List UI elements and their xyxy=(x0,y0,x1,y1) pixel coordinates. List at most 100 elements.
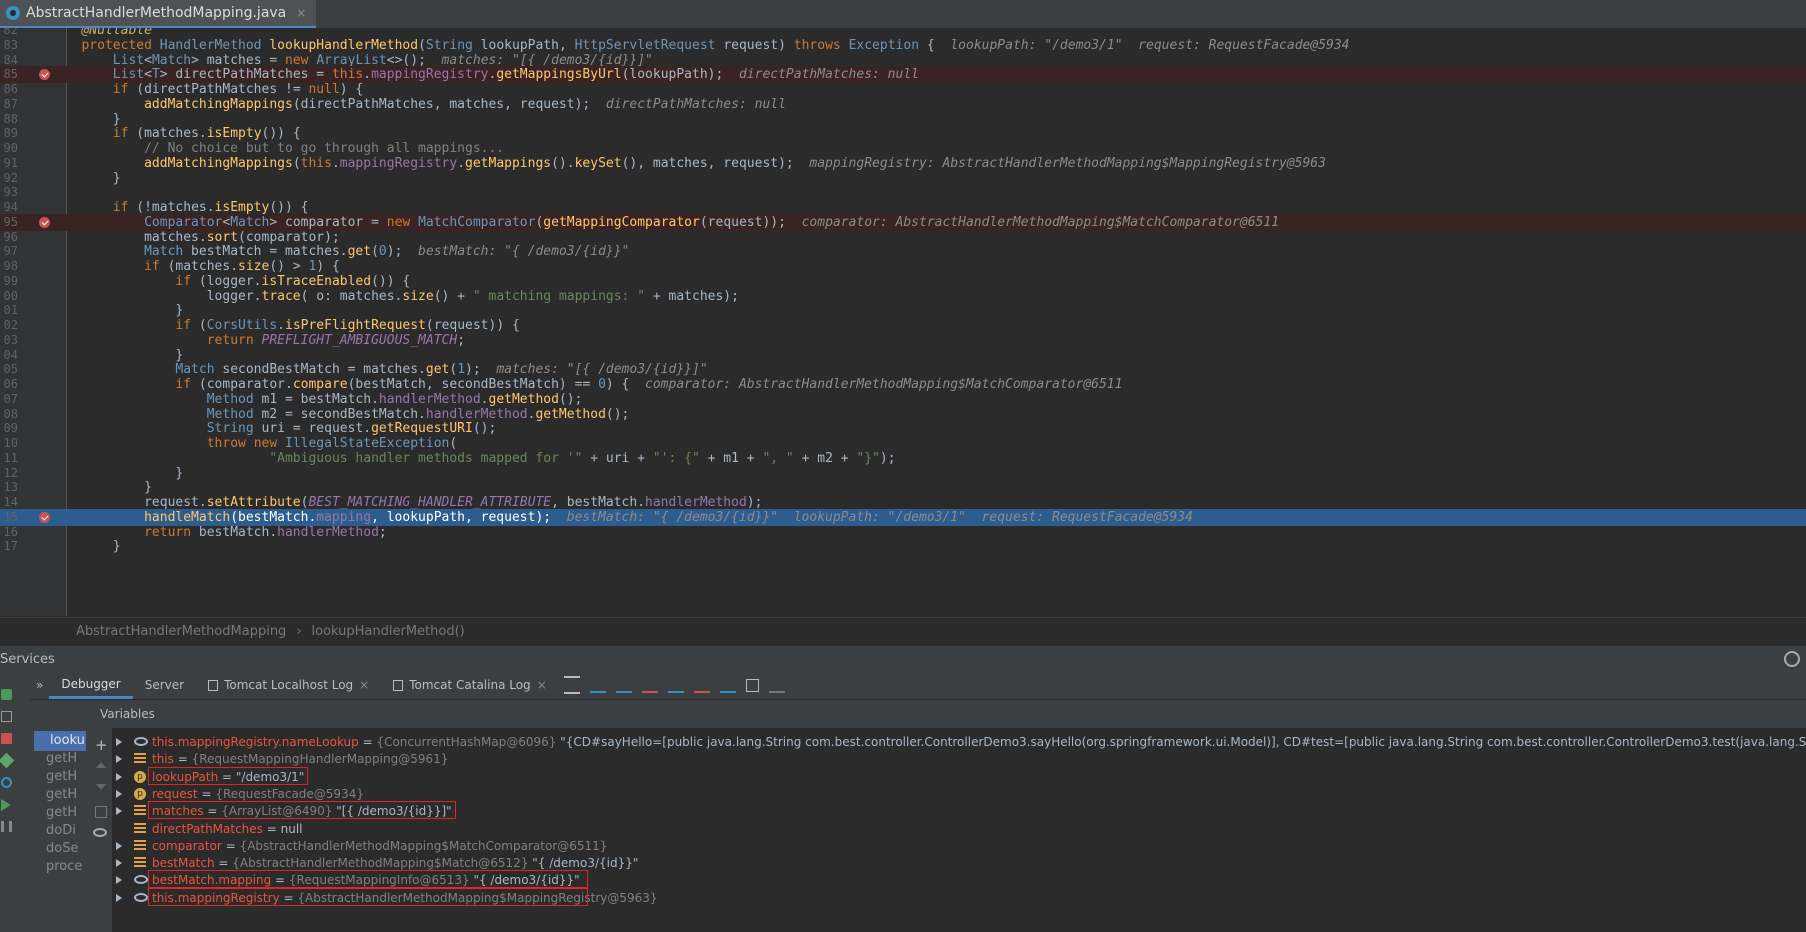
expand-arrow-icon[interactable] xyxy=(116,876,122,885)
deploy-icon[interactable] xyxy=(0,752,15,769)
variable-name: this xyxy=(152,752,174,767)
tab-label: Tomcat Catalina Log xyxy=(409,678,531,692)
expand-arrow-icon[interactable] xyxy=(116,807,122,816)
tab-label: Server xyxy=(144,678,185,692)
resume-icon[interactable] xyxy=(1,799,11,811)
gear-icon[interactable] xyxy=(1784,651,1800,667)
variable-value: null xyxy=(280,821,303,836)
tab-tomcat-catalina-log[interactable]: Tomcat Catalina Log × xyxy=(381,671,559,699)
breakpoint-icon[interactable] xyxy=(39,216,50,228)
log-icon xyxy=(393,679,404,691)
rerun-icon[interactable] xyxy=(1,689,12,700)
refresh-icon[interactable] xyxy=(1,777,12,788)
trace-icon[interactable] xyxy=(768,677,785,693)
editor-tab[interactable]: AbstractHandlerMethodMapping.java × xyxy=(0,0,317,29)
services-title: Services xyxy=(0,651,55,667)
step-out-icon[interactable] xyxy=(667,677,684,693)
copy-icon[interactable] xyxy=(95,806,107,818)
watch-icon[interactable] xyxy=(93,828,107,837)
variable-name: bestMatch xyxy=(152,856,215,871)
frame-item[interactable]: doDi xyxy=(46,821,96,841)
expand-arrow-icon[interactable] xyxy=(116,755,122,764)
close-icon[interactable]: × xyxy=(537,671,547,699)
editor-tab-bar: AbstractHandlerMethodMapping.java × xyxy=(0,0,1806,29)
services-header: Services xyxy=(0,645,1806,672)
highlight-box xyxy=(148,766,309,785)
variable-name: comparator xyxy=(152,838,222,853)
watch-icon xyxy=(134,875,148,885)
code-editor[interactable]: 82 @Nullable 83 protected HandlerMethod l… xyxy=(0,28,1806,616)
frame-item[interactable]: getH xyxy=(46,749,96,769)
add-watch-icon[interactable]: + xyxy=(95,736,108,754)
menu-icon[interactable] xyxy=(563,676,580,694)
variable-type: {ConcurrentHashMap@6096} xyxy=(376,735,557,749)
breadcrumb-separator: › xyxy=(296,624,302,639)
field-icon xyxy=(134,822,146,835)
force-step-into-icon[interactable] xyxy=(641,677,658,693)
variables-title: Variables xyxy=(100,707,155,721)
watch-icon xyxy=(134,892,148,902)
step-over-icon[interactable] xyxy=(589,677,606,693)
breakpoint-icon[interactable] xyxy=(39,69,50,81)
tab-tomcat-localhost-log[interactable]: Tomcat Localhost Log × xyxy=(196,671,381,699)
line-number[interactable]: 17 xyxy=(0,538,18,555)
tab-label: Tomcat Localhost Log xyxy=(224,678,354,692)
variable-value: "{ /demo3/{id}}" xyxy=(532,856,639,871)
evaluate-icon[interactable] xyxy=(745,678,759,692)
frame-item[interactable]: getH xyxy=(46,803,96,823)
expand-arrow-icon[interactable] xyxy=(116,738,122,746)
java-file-icon xyxy=(6,6,20,20)
variable-type: {RequestFacade@5934} xyxy=(215,786,364,801)
frames-panel: looku getH getH getH getH doDi doSe proce xyxy=(14,671,91,932)
breadcrumb-method[interactable]: lookupHandlerMethod() xyxy=(312,624,465,639)
frame-item[interactable]: looku xyxy=(34,731,86,751)
breadcrumb-class[interactable]: AbstractHandlerMethodMapping xyxy=(76,624,286,639)
code-line[interactable]: 17 } xyxy=(0,538,1806,555)
highlight-box xyxy=(148,870,588,889)
tab-label: Debugger xyxy=(61,676,121,691)
move-up-icon[interactable] xyxy=(96,762,106,768)
variables-toolbar: + xyxy=(90,728,112,932)
frame-item[interactable]: getH xyxy=(46,785,96,805)
variables-tree: this.mappingRegistry.nameLookup = {Concu… xyxy=(112,728,1806,932)
variable-value: "{CD#sayHello=[public java.lang.String c… xyxy=(560,735,1806,749)
watch-icon xyxy=(134,737,148,746)
expand-arrow-icon[interactable] xyxy=(116,893,122,902)
breakpoint-icon[interactable] xyxy=(39,511,50,523)
field-icon xyxy=(134,857,146,870)
close-icon[interactable]: × xyxy=(359,671,369,699)
expand-arrow-icon[interactable] xyxy=(116,859,122,868)
variables-header: Variables xyxy=(90,700,1806,728)
frame-item[interactable]: proce xyxy=(46,857,96,877)
parameter-icon: p xyxy=(134,787,146,800)
field-icon xyxy=(134,753,146,766)
code-text: } xyxy=(58,539,121,555)
move-down-icon[interactable] xyxy=(96,784,106,790)
services-left-toolbar xyxy=(0,671,15,932)
pause-icon[interactable] xyxy=(1,821,12,832)
close-icon[interactable]: × xyxy=(296,6,306,20)
drop-frame-icon[interactable] xyxy=(693,677,710,693)
more-tabs-icon[interactable]: » xyxy=(30,678,49,692)
field-icon xyxy=(134,805,146,818)
frame-item[interactable]: doSe xyxy=(46,839,96,859)
parameter-icon: p xyxy=(134,770,146,783)
expand-arrow-icon[interactable] xyxy=(116,789,122,798)
step-into-icon[interactable] xyxy=(615,677,632,693)
layout-icon[interactable] xyxy=(1,711,12,722)
field-icon xyxy=(134,839,146,852)
stop-icon[interactable] xyxy=(1,733,12,744)
tab-debugger[interactable]: Debugger xyxy=(49,671,133,699)
tab-server[interactable]: Server xyxy=(133,671,196,699)
frame-item[interactable]: getH xyxy=(46,767,96,787)
highlight-box xyxy=(148,801,456,820)
debug-tab-bar: » Debugger Server Tomcat Localhost Log × Tomc… xyxy=(30,671,1806,700)
run-to-cursor-icon[interactable] xyxy=(719,677,736,693)
variable-type: {AbstractHandlerMethodMapping$Match@6512… xyxy=(232,856,529,871)
variable-name: request xyxy=(152,786,198,801)
variable-row[interactable]: this.mappingRegistry = {AbstractHandlerM… xyxy=(112,887,1806,908)
expand-arrow-icon[interactable] xyxy=(116,841,122,850)
variable-type: {RequestMappingHandlerMapping@5961} xyxy=(191,752,449,767)
variable-name: this.mappingRegistry.nameLookup xyxy=(152,735,359,749)
expand-arrow-icon[interactable] xyxy=(116,772,122,781)
